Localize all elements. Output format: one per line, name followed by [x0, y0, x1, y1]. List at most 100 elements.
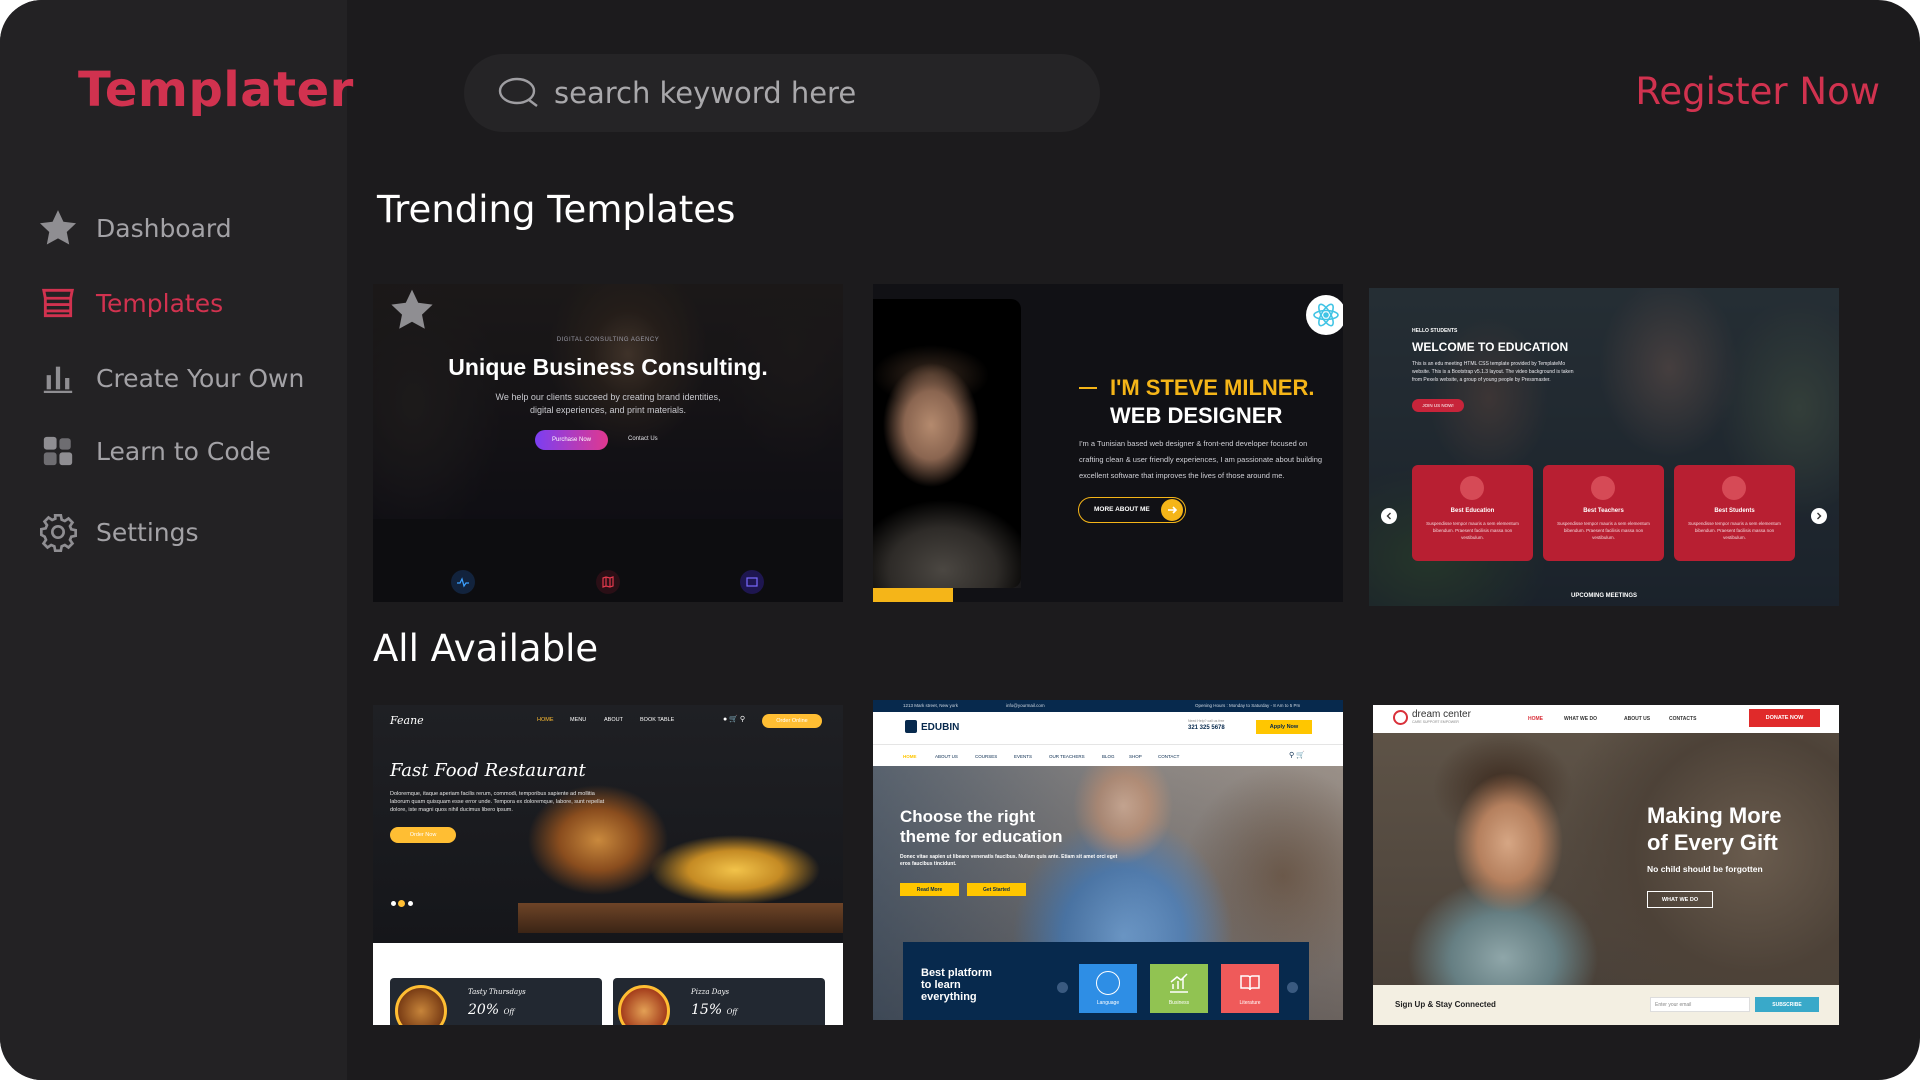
card-desc-line: digital experiences, and print materials…: [529, 405, 687, 415]
offer-title: Pizza Days: [691, 988, 730, 996]
carousel-dot: [391, 901, 396, 906]
template-card-portfolio[interactable]: I'M STEVE MILNER. WEB DESIGNER I'm a Tun…: [873, 284, 1343, 602]
nav-courses: COURSES: [975, 754, 998, 759]
get-started-button: Get Started: [967, 883, 1026, 896]
dream-logo-icon: [1393, 710, 1408, 725]
feature-title: Best Teachers: [1583, 508, 1624, 514]
template-card-edubin[interactable]: 1213 Mark street, New york info@yourmail…: [873, 700, 1343, 1020]
search-cart-icons: ⚲ 🛒: [1289, 752, 1305, 759]
carousel-prev-icon: [1381, 508, 1397, 524]
feature-title: Best Students: [1714, 508, 1755, 514]
graduation-icon: [1460, 476, 1484, 500]
upcoming-meetings-label: UPCOMING MEETINGS: [1570, 593, 1637, 599]
feature-box: Best Students Suspendisse tempor mauris …: [1674, 465, 1795, 561]
contact-us-link: Contact Us: [628, 436, 658, 442]
site-logo: EDUBIN: [921, 722, 960, 733]
sidebar-item-templates[interactable]: Templates: [36, 278, 336, 328]
nav-contacts: CONTACTS: [1669, 716, 1697, 722]
app-window: Templater Dashboard Templates Create You…: [0, 0, 1920, 1080]
site-logo: dream center: [1412, 709, 1471, 720]
template-card-education[interactable]: HELLO STUDENTS WELCOME TO EDUCATION This…: [1369, 288, 1839, 606]
donate-now-button: DONATE NOW: [1749, 709, 1820, 727]
edubin-logo-icon: [905, 720, 917, 733]
search-icon[interactable]: [496, 70, 542, 116]
phone-label: Need Help? call us free: [1188, 719, 1225, 723]
nav-home: HOME: [537, 717, 554, 723]
portfolio-desc-line: crafting clean & user friendly experienc…: [1079, 455, 1323, 464]
bar-chart-icon: [36, 356, 80, 400]
sidebar-item-dashboard[interactable]: Dashboard: [36, 203, 336, 253]
gear-icon: [36, 510, 80, 554]
portrait-photo: [873, 340, 1021, 588]
carousel-dot-active: [398, 900, 405, 907]
tile-business: Business: [1150, 964, 1208, 1013]
feature-box: Best Education Suspendisse tempor mauris…: [1412, 465, 1533, 561]
feature-text: Suspendisse tempor mauris a sem elementu…: [1426, 521, 1519, 540]
portfolio-desc-line: I'm a Tunisian based web designer & fron…: [1079, 439, 1308, 448]
nav-book-table: BOOK TABLE: [640, 717, 675, 723]
join-button: JOIN US NOW!: [1412, 399, 1464, 412]
panel-next-icon: [1287, 982, 1298, 993]
accent-bar: [873, 588, 953, 602]
site-logo-sub: CARE SUPPORT EMPOWER: [1412, 720, 1459, 724]
register-now-link[interactable]: Register Now: [1635, 70, 1880, 113]
sidebar-item-settings[interactable]: Settings: [36, 507, 336, 557]
nav-home: HOME: [1528, 716, 1543, 722]
tile-language: Language: [1079, 964, 1137, 1013]
order-online-button: Order Online: [762, 714, 822, 728]
divider: [873, 744, 1343, 745]
carousel-next-icon: [1811, 508, 1827, 524]
apply-now-button: Apply Now: [1256, 720, 1312, 734]
search-input[interactable]: [554, 76, 1074, 110]
card-title: WELCOME TO EDUCATION: [1412, 340, 1569, 354]
purchase-now-button: Purchase Now: [535, 430, 608, 450]
offer-card: Pizza Days 15% Off: [613, 978, 825, 1025]
burger-thumb: [395, 985, 447, 1025]
react-icon[interactable]: [1306, 295, 1343, 335]
card-desc: This is an edu meeting HTML CSS template…: [1412, 361, 1574, 383]
hero-desc: Donec vitae sapien ut libearo venenatis …: [900, 854, 1118, 867]
nav-blog: BLOG: [1102, 754, 1115, 759]
signup-label: Sign Up & Stay Connected: [1395, 1000, 1496, 1009]
pizza-thumb: [618, 985, 670, 1025]
address-text: 1213 Mark street, New york: [903, 703, 959, 708]
search-bar: [464, 54, 1100, 132]
tile-label: Business: [1168, 1000, 1190, 1006]
sidebar-item-learn-to-code[interactable]: Learn to Code: [36, 426, 336, 476]
offer-title: Tasty Thursdays: [468, 988, 526, 996]
book-icon: [1238, 971, 1262, 995]
portfolio-desc-line: excellent software that improves the liv…: [1079, 471, 1285, 480]
user-cart-search-icons: ● 🛒 ⚲: [723, 716, 745, 723]
more-about-me-button: MORE ABOUT ME: [1078, 497, 1186, 523]
portfolio-name: I'M STEVE MILNER.: [1110, 375, 1315, 400]
hero-title-line: of Every Gift: [1647, 830, 1778, 855]
favorite-star-icon[interactable]: [387, 286, 437, 339]
template-card-business-consulting[interactable]: DIGITAL CONSULTING AGENCY Unique Busines…: [373, 284, 843, 602]
offer-value: 20% Off: [468, 1002, 515, 1018]
sidebar-item-label: Dashboard: [96, 213, 232, 243]
carousel-dot: [408, 901, 413, 906]
offer-card: Tasty Thursdays 20% Off: [390, 978, 602, 1025]
hero-subtitle: No child should be forgotten: [1647, 864, 1763, 874]
nav-about: ABOUT US: [1624, 716, 1651, 722]
offer-value: 15% Off: [691, 1002, 738, 1018]
hero-desc: Doloremque, itaque aperiam facilis rerum…: [390, 791, 605, 813]
teacher-icon: [1591, 476, 1615, 500]
blocks-icon: [36, 429, 80, 473]
sidebar: Templater Dashboard Templates Create You…: [0, 0, 353, 1080]
sidebar-item-create-your-own[interactable]: Create Your Own: [36, 353, 336, 403]
template-card-fast-food[interactable]: Feane HOME MENU ABOUT BOOK TABLE ● 🛒 ⚲ O…: [373, 705, 843, 1025]
nav-events: EVENTS: [1014, 754, 1033, 759]
category-panel: Best platform to learn everything Language…: [903, 942, 1309, 1020]
storefront-icon: [36, 281, 80, 325]
brand-logo[interactable]: Templater: [78, 62, 354, 118]
nav-home: HOME: [903, 754, 917, 759]
sidebar-item-label: Learn to Code: [96, 436, 271, 466]
panel-title: Best platform to learn everything: [921, 967, 992, 1003]
nav-contact: CONTACT: [1158, 754, 1180, 759]
subscribe-button: SUBSCRIBE: [1755, 997, 1819, 1012]
wooden-board: [518, 903, 843, 933]
template-card-dream-center[interactable]: dream center CARE SUPPORT EMPOWER HOME W…: [1373, 705, 1839, 1025]
nav-teachers: OUR TEACHERS: [1049, 754, 1085, 759]
card-desc-line: We help our clients succeed by creating …: [495, 392, 721, 402]
